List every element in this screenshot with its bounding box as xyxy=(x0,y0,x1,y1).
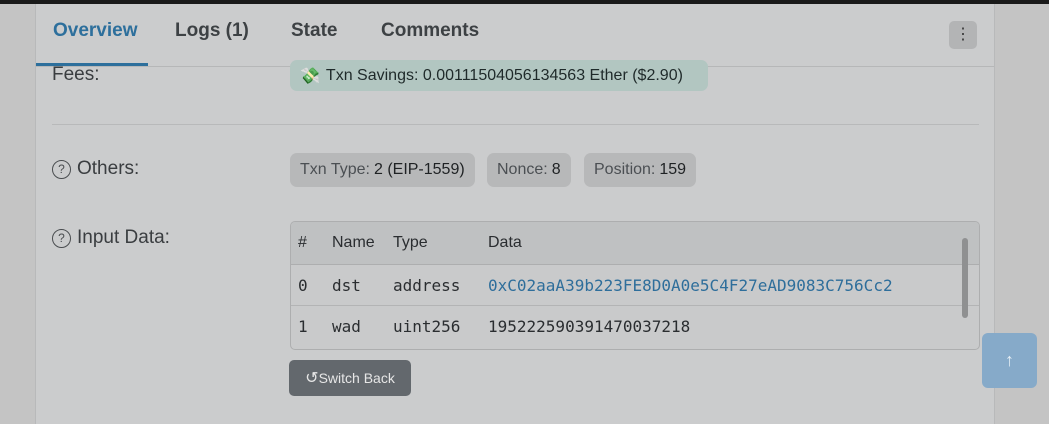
more-options-button[interactable]: ⋮ xyxy=(949,21,977,49)
position-key: Position: xyxy=(594,161,656,178)
money-wings-icon: 💸 xyxy=(300,67,320,85)
question-circle-icon[interactable]: ? xyxy=(52,160,71,179)
table-header-row: # Name Type Data xyxy=(291,222,979,265)
question-circle-icon[interactable]: ? xyxy=(52,229,71,248)
input-data-table[interactable]: # Name Type Data 0 dst address 0xC02aaA3… xyxy=(290,221,980,350)
row-type: address xyxy=(393,276,461,295)
others-row-label: ? Others: xyxy=(52,158,139,180)
column-header: Name xyxy=(332,234,375,251)
tab-state[interactable]: State xyxy=(291,20,337,42)
section-divider xyxy=(52,124,979,125)
position-badge: Position: 159 xyxy=(584,153,697,187)
row-type: uint256 xyxy=(393,317,461,336)
others-label: Others: xyxy=(77,158,140,179)
switch-back-button[interactable]: ↺ Switch Back xyxy=(289,360,411,396)
switch-back-label: Switch Back xyxy=(318,370,395,386)
nonce-key: Nonce: xyxy=(497,161,548,178)
scroll-to-top-button[interactable]: ↑ xyxy=(982,333,1037,388)
column-header: # xyxy=(298,234,307,251)
input-data-row-label: ? Input Data: xyxy=(52,227,170,249)
row-index: 1 xyxy=(298,317,308,336)
address-link[interactable]: 0xC02aaA39b223FE8D0A0e5C4F27eAD9083C756C… xyxy=(488,276,893,295)
row-name: dst xyxy=(332,276,361,295)
row-name: wad xyxy=(332,317,361,336)
table-scrollbar[interactable] xyxy=(962,238,968,318)
tab-comments[interactable]: Comments xyxy=(381,20,479,42)
transaction-card: Overview Logs (1) State Comments ⋮ Fees:… xyxy=(35,4,995,424)
txn-type-key: Txn Type: xyxy=(300,161,370,178)
row-index: 0 xyxy=(298,276,308,295)
more-vertical-icon: ⋮ xyxy=(955,26,971,43)
column-header: Type xyxy=(393,234,428,251)
tab-logs[interactable]: Logs (1) xyxy=(175,20,249,42)
undo-icon: ↺ xyxy=(305,370,319,387)
txn-savings-text: Txn Savings: 0.00111504056134563 Ether (… xyxy=(325,66,683,84)
txn-savings-badge: 💸 Txn Savings: 0.00111504056134563 Ether… xyxy=(290,60,708,91)
fees-label: Fees: xyxy=(52,64,100,85)
position-value: 159 xyxy=(659,161,687,178)
row-data: 195222590391470037218 xyxy=(488,317,691,336)
tab-overview[interactable]: Overview xyxy=(53,20,138,42)
nonce-value: 8 xyxy=(551,161,561,178)
table-row: 1 wad uint256 195222590391470037218 xyxy=(291,306,979,346)
nonce-badge: Nonce: 8 xyxy=(487,153,571,187)
table-row: 0 dst address 0xC02aaA39b223FE8D0A0e5C4F… xyxy=(291,265,979,306)
input-data-label: Input Data: xyxy=(77,227,170,248)
arrow-up-icon: ↑ xyxy=(1005,350,1014,370)
txn-type-badge: Txn Type: 2 (EIP-1559) xyxy=(290,153,475,187)
txn-type-value: 2 (EIP-1559) xyxy=(373,161,465,178)
column-header: Data xyxy=(488,234,522,251)
tab-bar: Overview Logs (1) State Comments ⋮ xyxy=(36,4,994,67)
